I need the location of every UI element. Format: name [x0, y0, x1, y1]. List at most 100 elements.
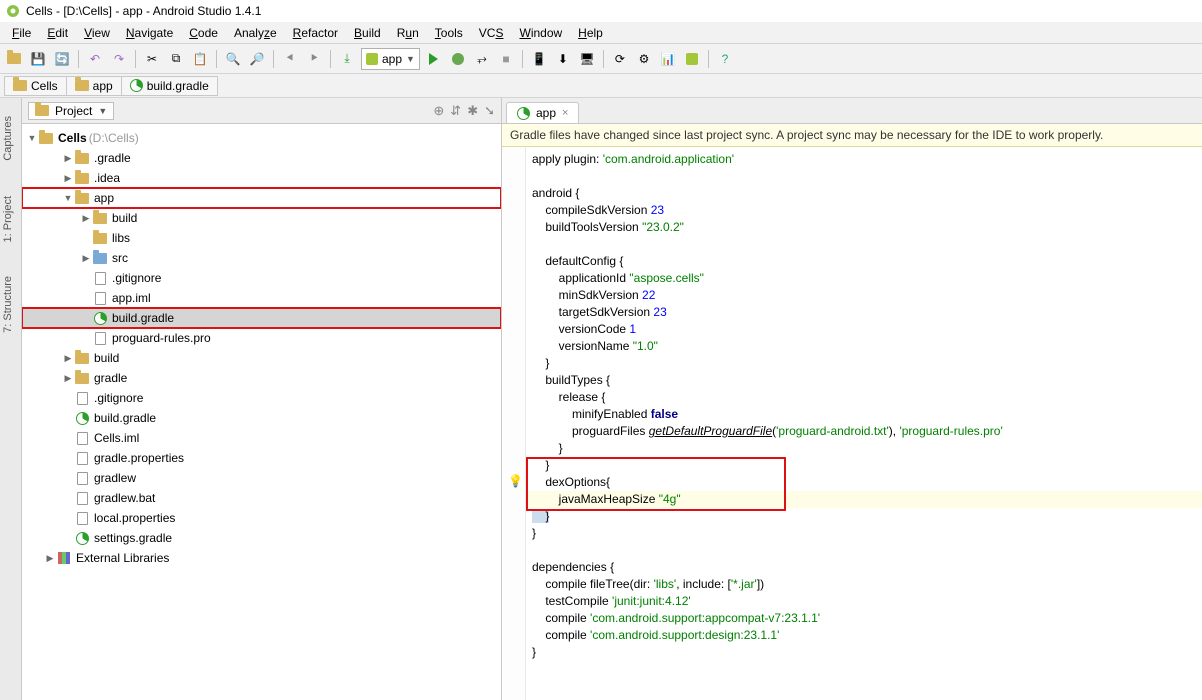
editor-tab-app[interactable]: app ×: [506, 102, 579, 123]
tree-row[interactable]: local.properties: [22, 508, 501, 528]
editor-panel: app × Gradle files have changed since la…: [502, 98, 1202, 700]
cut-button[interactable]: ✂: [142, 49, 162, 69]
ddms-button[interactable]: 🖥: [577, 49, 597, 69]
menu-build[interactable]: Build: [346, 24, 389, 42]
tree-row[interactable]: settings.gradle: [22, 528, 501, 548]
code-editor[interactable]: 💡 apply plugin: 'com.android.application…: [502, 147, 1202, 700]
android-monitor-button[interactable]: 📊: [658, 49, 678, 69]
paste-button[interactable]: 📋: [190, 49, 210, 69]
expand-icon[interactable]: ▶: [80, 213, 92, 224]
run-button[interactable]: [424, 49, 444, 69]
expand-icon[interactable]: ▶: [62, 173, 74, 184]
tree-label: build: [112, 211, 137, 225]
menu-window[interactable]: Window: [511, 24, 570, 42]
help-button[interactable]: ?: [715, 49, 735, 69]
run-config-combo[interactable]: app ▼: [361, 48, 420, 70]
sdk-manager-button[interactable]: ⬇: [553, 49, 573, 69]
open-button[interactable]: [4, 49, 24, 69]
project-view-value: Project: [55, 104, 92, 118]
expand-icon[interactable]: ▶: [62, 153, 74, 164]
save-button[interactable]: 💾: [28, 49, 48, 69]
redo-button[interactable]: ↷: [109, 49, 129, 69]
menu-edit[interactable]: Edit: [39, 24, 76, 42]
tab-captures[interactable]: Captures: [0, 108, 16, 169]
tree-row[interactable]: build.gradle: [22, 408, 501, 428]
code-area[interactable]: apply plugin: 'com.android.application' …: [502, 147, 1202, 665]
android-device-button[interactable]: [682, 49, 702, 69]
crumb-module[interactable]: app: [66, 76, 122, 96]
sync-button[interactable]: 🔄: [52, 49, 72, 69]
tree-row[interactable]: ▶build: [22, 348, 501, 368]
tree-label: .gradle: [94, 151, 131, 165]
tree-row[interactable]: Cells.iml: [22, 428, 501, 448]
collapse-all-icon[interactable]: ⇵: [450, 103, 461, 119]
replace-button[interactable]: 🔎: [247, 49, 267, 69]
gradle-icon: [76, 532, 89, 545]
crumb-root[interactable]: Cells: [4, 76, 67, 96]
tree-row[interactable]: ▶.idea: [22, 168, 501, 188]
gradle-sync-button[interactable]: ⟳: [610, 49, 630, 69]
menu-run[interactable]: Run: [389, 24, 427, 42]
expand-icon[interactable]: ▶: [80, 253, 92, 264]
stop-button[interactable]: ■: [496, 49, 516, 69]
project-view-combo[interactable]: Project ▼: [28, 102, 114, 120]
crumb-file[interactable]: build.gradle: [121, 76, 218, 96]
menu-tools[interactable]: Tools: [427, 24, 471, 42]
tree-row[interactable]: .gitignore: [22, 268, 501, 288]
tree-row[interactable]: ▶ build: [22, 208, 501, 228]
menu-vcs[interactable]: VCS: [471, 24, 512, 42]
expand-icon[interactable]: ▼: [62, 193, 74, 203]
tree-row[interactable]: libs: [22, 228, 501, 248]
gear-icon[interactable]: ✱: [467, 103, 478, 119]
project-structure-button[interactable]: ⚙: [634, 49, 654, 69]
copy-button[interactable]: ⧉: [166, 49, 186, 69]
expand-icon[interactable]: ▼: [26, 133, 38, 143]
tree-row[interactable]: ▶src: [22, 248, 501, 268]
tree-row[interactable]: ▶External Libraries: [22, 548, 501, 568]
avd-manager-button[interactable]: 📱: [529, 49, 549, 69]
tree-hint: (D:\Cells): [89, 131, 139, 145]
menu-analyze[interactable]: Analyze: [226, 24, 285, 42]
tree-row[interactable]: .gitignore: [22, 388, 501, 408]
back-button[interactable]: ⯇: [280, 49, 300, 69]
tree-row[interactable]: ▶ .gradle: [22, 148, 501, 168]
forward-button[interactable]: ⯈: [304, 49, 324, 69]
menu-code[interactable]: Code: [181, 24, 226, 42]
expand-icon[interactable]: ▶: [44, 553, 56, 564]
tab-project[interactable]: 1: Project: [0, 188, 16, 250]
debug-button[interactable]: [448, 49, 468, 69]
expand-icon[interactable]: ▶: [62, 373, 74, 384]
tree-row[interactable]: ▶gradle: [22, 368, 501, 388]
tree-label: Cells: [58, 131, 87, 145]
folder-icon: [93, 233, 107, 244]
expand-icon[interactable]: ▶: [62, 353, 74, 364]
file-icon: [77, 512, 88, 525]
menu-refactor[interactable]: Refactor: [285, 24, 346, 42]
library-icon: [58, 552, 70, 564]
menu-navigate[interactable]: Navigate: [118, 24, 181, 42]
tree-row-root[interactable]: ▼ Cells (D:\Cells): [22, 128, 501, 148]
file-icon: [95, 292, 106, 305]
scroll-from-source-icon[interactable]: ⊕: [433, 103, 444, 119]
tree-row[interactable]: gradle.properties: [22, 448, 501, 468]
tree-row[interactable]: ▼app: [22, 188, 501, 208]
attach-debugger-button[interactable]: ⥅: [472, 49, 492, 69]
close-icon[interactable]: ×: [562, 107, 568, 119]
tree-row[interactable]: gradlew: [22, 468, 501, 488]
menu-view[interactable]: View: [76, 24, 118, 42]
tab-structure[interactable]: 7: Structure: [0, 268, 16, 341]
tree-row[interactable]: build.gradle: [22, 308, 501, 328]
tree-row[interactable]: proguard-rules.pro: [22, 328, 501, 348]
menu-help[interactable]: Help: [570, 24, 611, 42]
hide-icon[interactable]: ➘: [484, 103, 495, 119]
project-tree[interactable]: ▼ Cells (D:\Cells) ▶.gradle▶.idea▼app▶bu…: [22, 124, 501, 700]
tree-row[interactable]: app.iml: [22, 288, 501, 308]
menu-file[interactable]: File: [4, 24, 39, 42]
sync-banner[interactable]: Gradle files have changed since last pro…: [502, 124, 1202, 147]
file-icon: [77, 452, 88, 465]
folder-icon: [39, 133, 53, 144]
find-button[interactable]: 🔍: [223, 49, 243, 69]
undo-button[interactable]: ↶: [85, 49, 105, 69]
make-button[interactable]: ⤓: [337, 49, 357, 69]
tree-row[interactable]: gradlew.bat: [22, 488, 501, 508]
